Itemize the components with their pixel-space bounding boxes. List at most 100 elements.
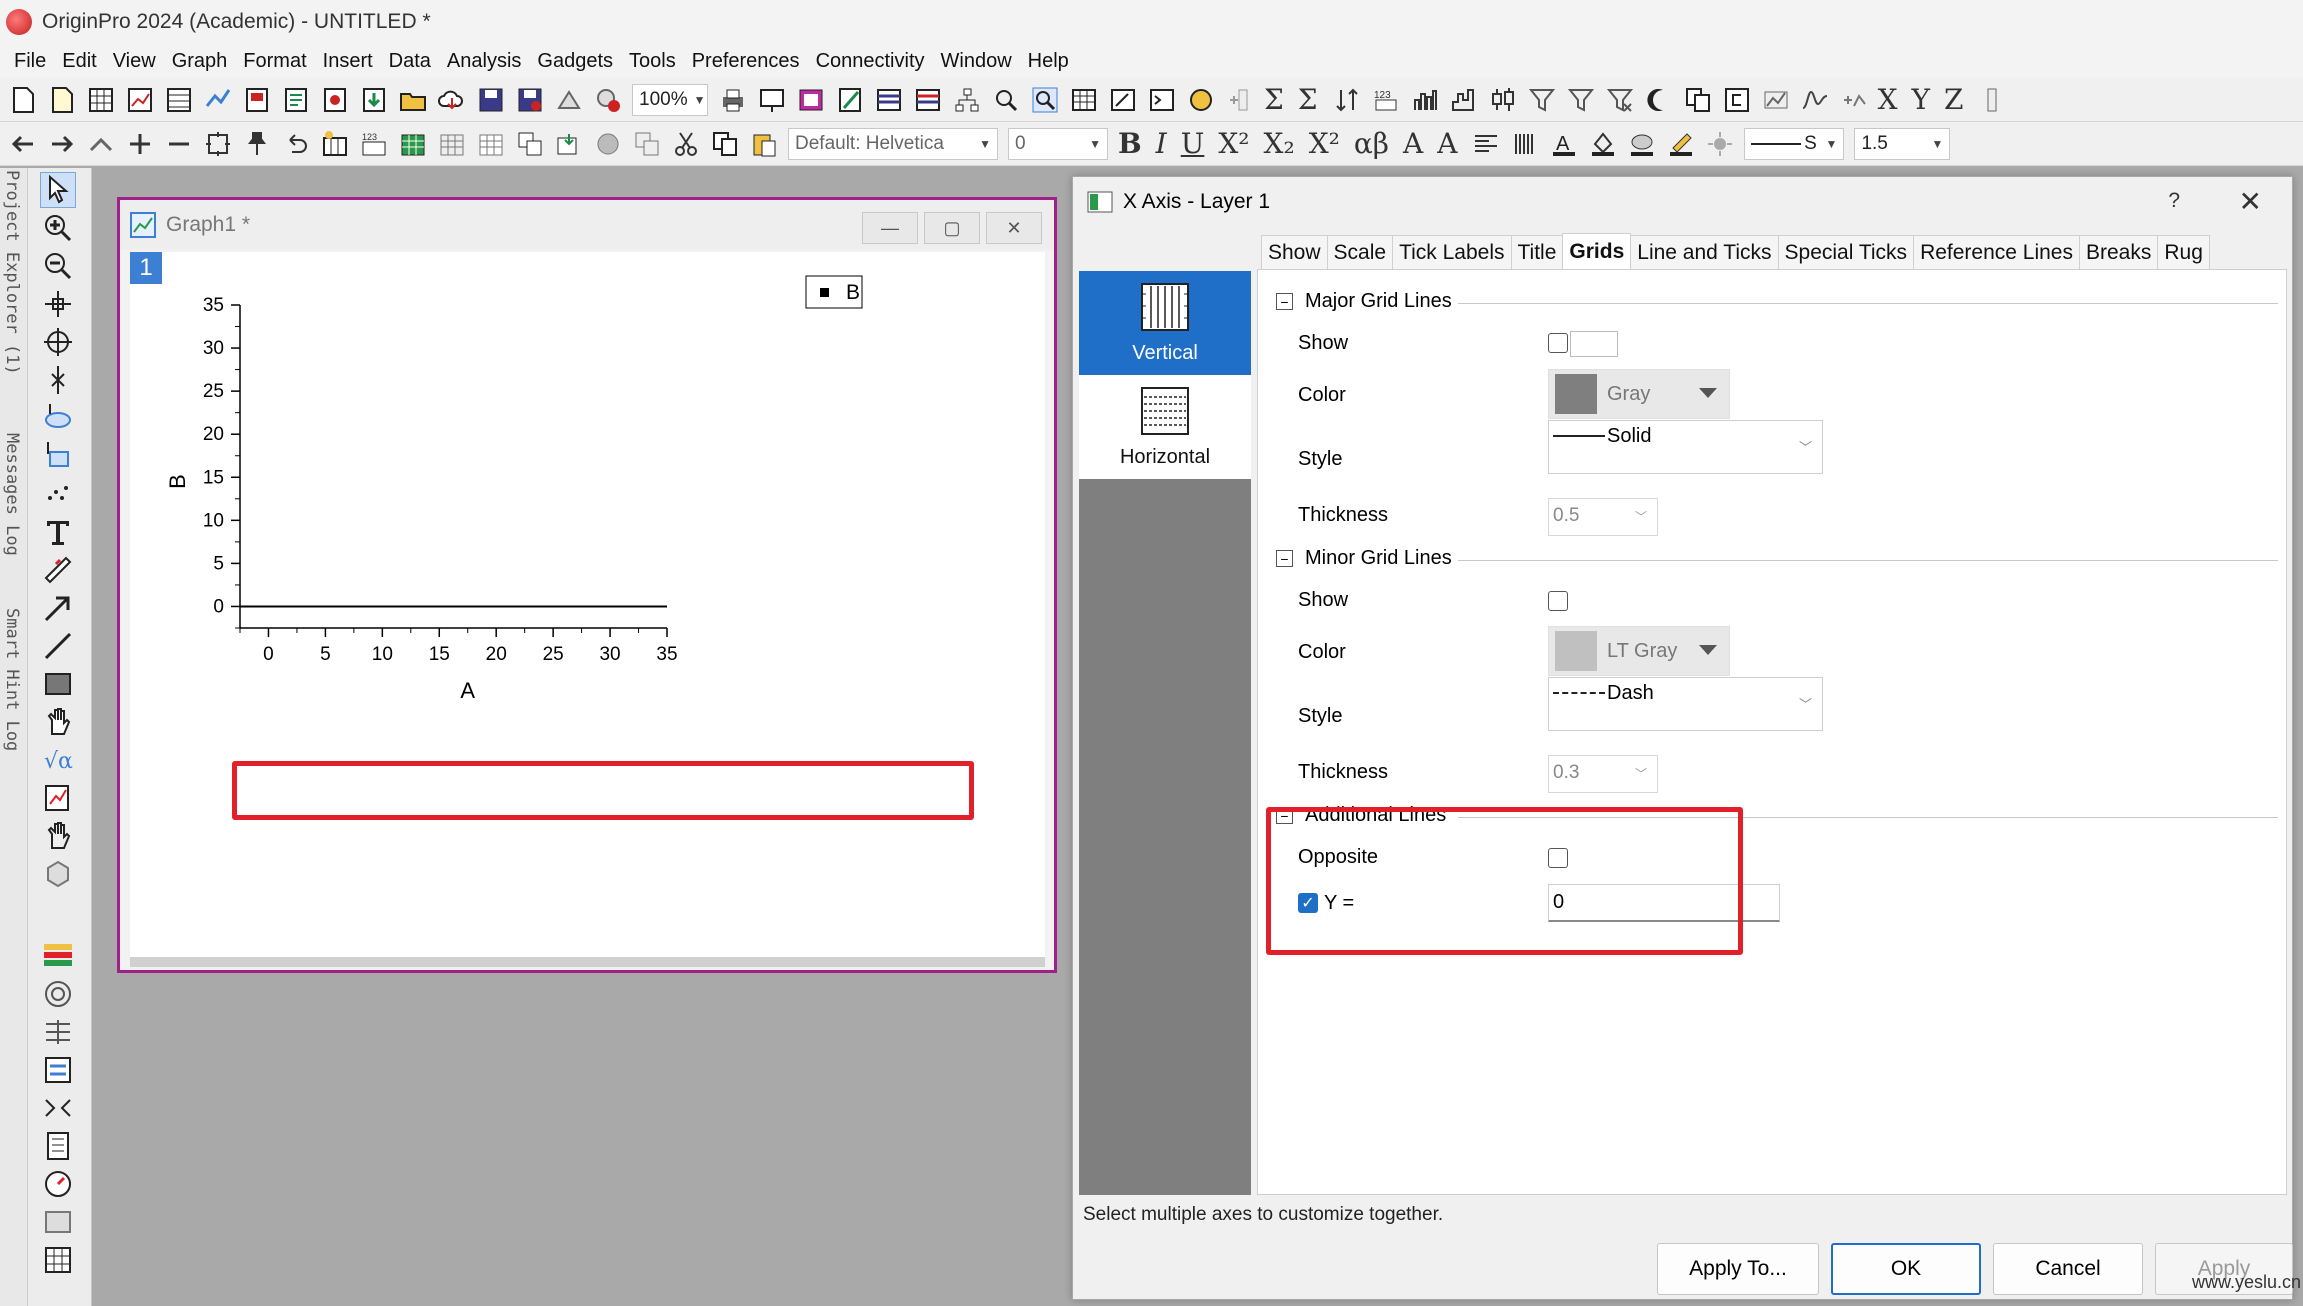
- tab-rug[interactable]: Rug: [2157, 235, 2210, 269]
- line-color-icon[interactable]: [1666, 129, 1696, 159]
- filter-icon[interactable]: [1527, 85, 1557, 115]
- arrow-tool-icon[interactable]: [40, 590, 76, 626]
- sum-icon[interactable]: Σ: [1264, 83, 1284, 116]
- collapse-icon[interactable]: −: [1276, 293, 1293, 310]
- new-columns-icon[interactable]: [320, 129, 350, 159]
- undo-icon[interactable]: [281, 129, 311, 159]
- save-template-icon[interactable]: [515, 85, 545, 115]
- set-column-values-icon[interactable]: 123: [359, 129, 389, 159]
- apps-icon[interactable]: [1186, 85, 1216, 115]
- new-layout-icon[interactable]: [242, 85, 272, 115]
- slideshow-icon[interactable]: [757, 85, 787, 115]
- menu-preferences[interactable]: Preferences: [692, 50, 800, 73]
- menu-analysis[interactable]: Analysis: [447, 50, 521, 73]
- zoom-in-tool-icon[interactable]: [40, 210, 76, 246]
- close-button[interactable]: ✕: [986, 212, 1042, 244]
- minor-grid-section-header[interactable]: − Minor Grid Lines: [1276, 547, 1452, 570]
- increase-font-icon[interactable]: A: [1403, 127, 1423, 160]
- cut-icon[interactable]: [671, 129, 701, 159]
- menu-tools[interactable]: Tools: [629, 50, 676, 73]
- add-column-icon[interactable]: [1225, 85, 1255, 115]
- region-select-tool-icon[interactable]: [40, 400, 76, 436]
- major-grid-section-header[interactable]: − Major Grid Lines: [1276, 290, 1452, 313]
- new-graph-icon[interactable]: [125, 85, 155, 115]
- maximize-button[interactable]: ▢: [924, 212, 980, 244]
- command-window-icon[interactable]: [913, 85, 943, 115]
- align-icon[interactable]: [1471, 129, 1501, 159]
- ok-button[interactable]: OK: [1831, 1243, 1981, 1295]
- axis-break-tool-icon[interactable]: [40, 1090, 76, 1126]
- y-axis-label[interactable]: Y: [1912, 83, 1930, 116]
- tab-tick-labels[interactable]: Tick Labels: [1392, 235, 1512, 269]
- tab-breaks[interactable]: Breaks: [2079, 235, 2159, 269]
- minor-style-combo[interactable]: Dash ﹀: [1548, 677, 1823, 731]
- smart-hint-log-tab[interactable]: Smart Hint Log: [2, 608, 22, 751]
- dialog-close-button[interactable]: ✕: [2239, 185, 2262, 218]
- graph-page[interactable]: 1 0 5 10 15 20 25 30 35 0 5 10 15 20 25 30 35 A B B: [130, 252, 1045, 957]
- z-axis-label[interactable]: Z: [1944, 83, 1963, 116]
- paste-link-icon[interactable]: [1722, 85, 1752, 115]
- major-thickness-combo[interactable]: 0.5 ﹀: [1548, 498, 1658, 536]
- page-layout-tool-icon[interactable]: [40, 1128, 76, 1164]
- graph-plot[interactable]: 0 5 10 15 20 25 30 35 0 5 10 15 20 25 30 35 A B B: [130, 252, 1045, 957]
- y-value-input[interactable]: 0: [1548, 884, 1780, 922]
- grid-table-icon[interactable]: [476, 129, 506, 159]
- script-window-icon[interactable]: [1147, 85, 1177, 115]
- tab-line-and-ticks[interactable]: Line and Ticks: [1630, 235, 1779, 269]
- menu-insert[interactable]: Insert: [323, 50, 373, 73]
- menu-gadgets[interactable]: Gadgets: [537, 50, 613, 73]
- pointer-tool-icon[interactable]: [40, 172, 76, 208]
- minor-show-checkbox[interactable]: [1548, 591, 1568, 611]
- subscript-icon[interactable]: X₂: [1264, 127, 1295, 160]
- additional-lines-section-header[interactable]: − Additional Lines: [1276, 804, 1446, 827]
- merge-icon[interactable]: [515, 129, 545, 159]
- add-worksheet-icon[interactable]: [398, 129, 428, 159]
- graph-window[interactable]: Graph1 * — ▢ ✕ 1 0 5 10 15 20 25 30 35 0 5 10 15 20 2…: [117, 197, 1057, 973]
- send-graphs-icon[interactable]: [796, 85, 826, 115]
- equation-tool-icon[interactable]: √α: [40, 742, 76, 778]
- side-item-vertical[interactable]: Vertical: [1079, 271, 1251, 375]
- batch-icon[interactable]: [593, 85, 623, 115]
- font-color-icon[interactable]: A: [1549, 129, 1579, 159]
- rectangle-tool-icon[interactable]: [40, 666, 76, 702]
- new-folder-icon[interactable]: [47, 85, 77, 115]
- set-values-icon[interactable]: 123: [1371, 85, 1401, 115]
- font-combo[interactable]: Default: Helvetica ▼: [788, 127, 998, 160]
- new-function-icon[interactable]: [203, 85, 233, 115]
- column-pattern-icon[interactable]: [1510, 129, 1540, 159]
- decrease-font-icon[interactable]: A: [1437, 127, 1457, 160]
- bold-icon[interactable]: B: [1118, 127, 1142, 160]
- notes-window-icon[interactable]: [1108, 85, 1138, 115]
- draw-data-tool-icon[interactable]: [40, 476, 76, 512]
- find-icon[interactable]: [991, 85, 1021, 115]
- font-size-combo[interactable]: 0 ▼: [1008, 127, 1108, 160]
- column-plot-icon[interactable]: [1410, 85, 1440, 115]
- arrow-left-icon[interactable]: [8, 129, 38, 159]
- minimize-button[interactable]: —: [862, 212, 918, 244]
- scale-tool-icon[interactable]: [40, 1014, 76, 1050]
- menu-window[interactable]: Window: [941, 50, 1012, 73]
- print-icon[interactable]: [718, 85, 748, 115]
- graph-template-icon[interactable]: [1761, 85, 1791, 115]
- x-axis-label[interactable]: X: [1878, 83, 1898, 116]
- layer-arrange-tool-icon[interactable]: [40, 1052, 76, 1088]
- greek-icon[interactable]: αβ: [1354, 127, 1389, 160]
- move-tool-icon[interactable]: [40, 818, 76, 854]
- open-cloud-icon[interactable]: [437, 85, 467, 115]
- major-show-checkbox[interactable]: [1548, 333, 1568, 353]
- tab-special-ticks[interactable]: Special Ticks: [1777, 235, 1915, 269]
- filter-clear-icon[interactable]: [1605, 85, 1635, 115]
- project-explorer-icon[interactable]: [952, 85, 982, 115]
- zoom-combo[interactable]: 100% ▼: [632, 83, 708, 116]
- save-icon[interactable]: [476, 85, 506, 115]
- minor-thickness-combo[interactable]: 0.3 ﹀: [1548, 755, 1658, 793]
- minor-color-combo[interactable]: LT Gray: [1548, 626, 1730, 676]
- add-axis-icon[interactable]: [1839, 85, 1869, 115]
- new-notes-icon[interactable]: [281, 85, 311, 115]
- crosshair-tool-icon[interactable]: [40, 286, 76, 322]
- copy-icon[interactable]: [710, 129, 740, 159]
- pin-icon[interactable]: [242, 129, 272, 159]
- cancel-button[interactable]: Cancel: [1993, 1243, 2143, 1295]
- menu-data[interactable]: Data: [389, 50, 431, 73]
- dark-mode-icon[interactable]: [1644, 85, 1674, 115]
